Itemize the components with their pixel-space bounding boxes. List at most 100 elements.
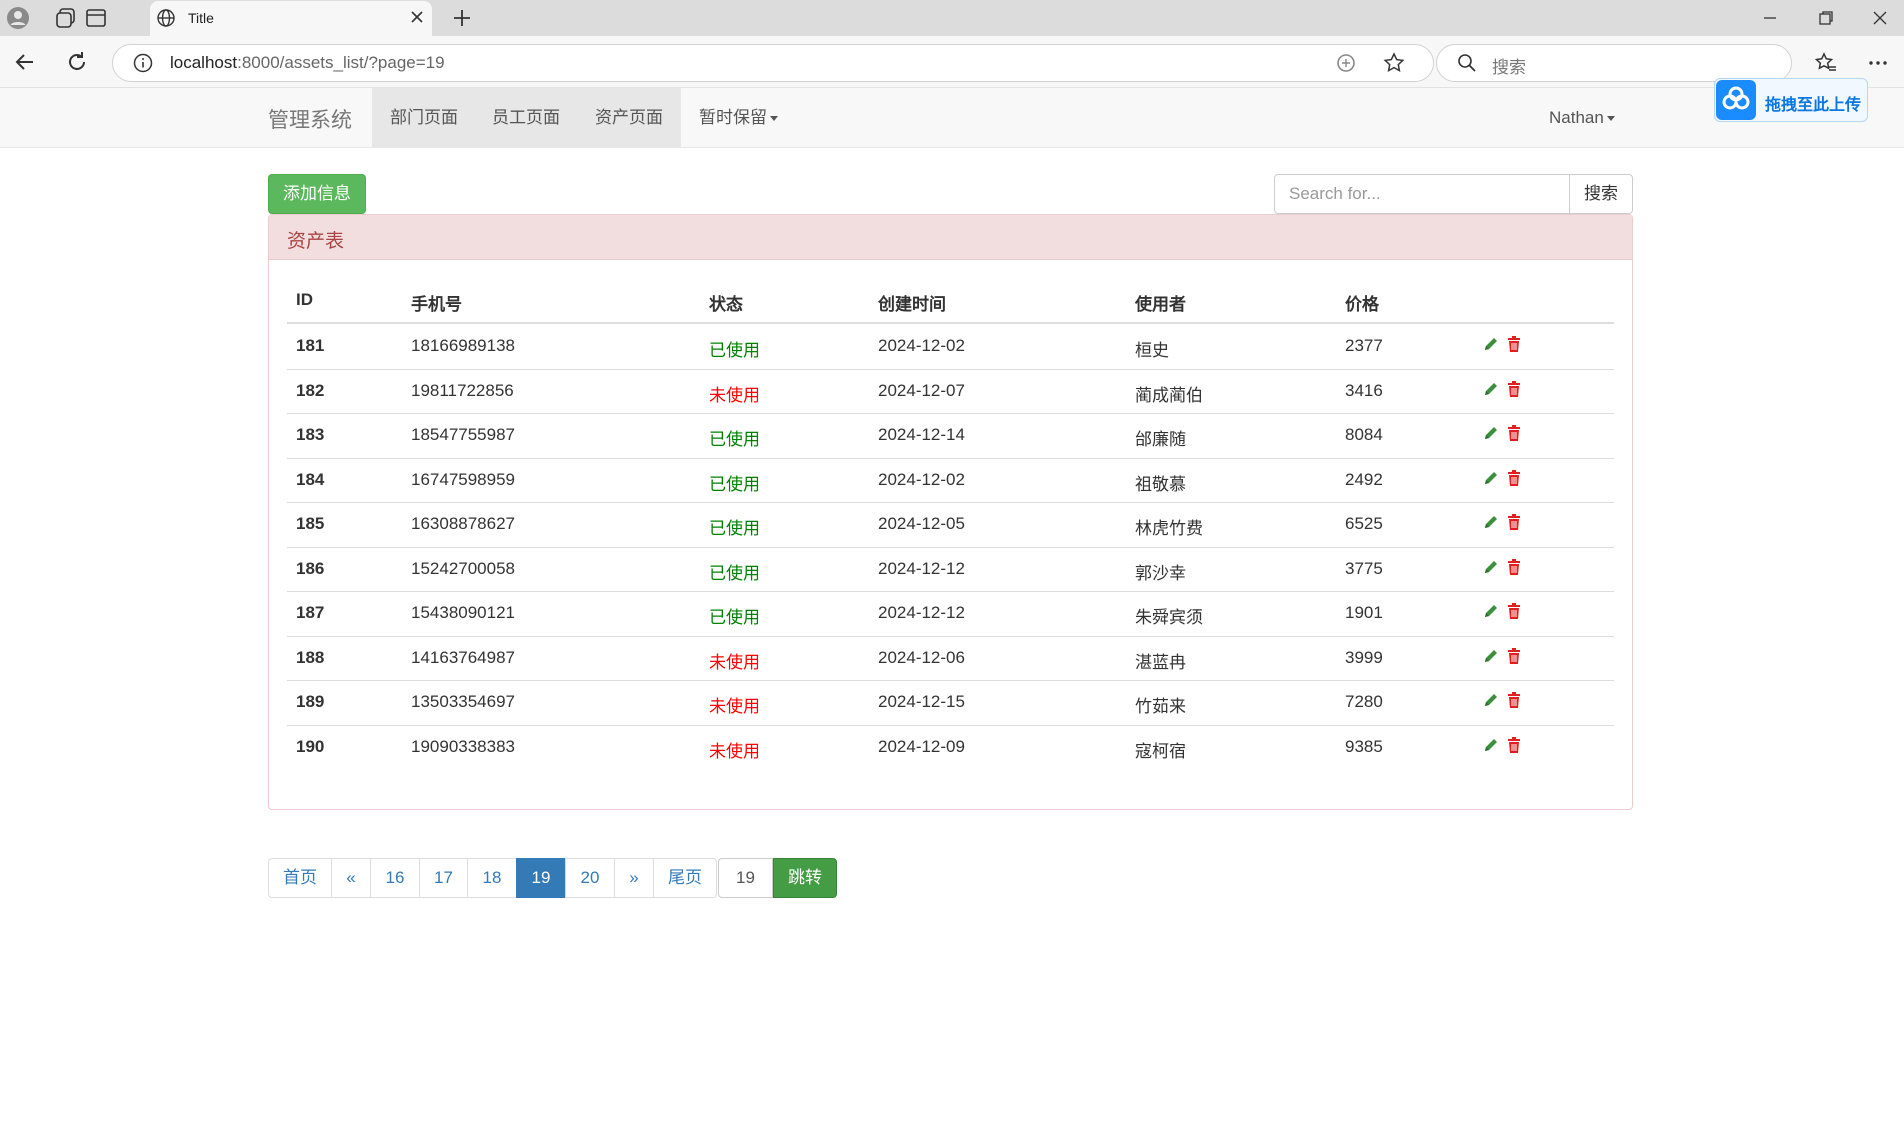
delete-trash-icon[interactable] (1505, 424, 1523, 442)
favorites-icon[interactable] (1814, 51, 1838, 75)
page-17[interactable]: 17 (419, 858, 468, 898)
cell-status: 未使用 (709, 697, 760, 716)
edit-pencil-icon[interactable] (1482, 380, 1500, 398)
delete-trash-icon[interactable] (1505, 335, 1523, 353)
edit-pencil-icon[interactable] (1482, 469, 1500, 487)
cell-status: 已使用 (709, 519, 760, 538)
row-divider (287, 725, 1614, 726)
delete-trash-icon[interactable] (1505, 380, 1523, 398)
edit-pencil-icon[interactable] (1482, 647, 1500, 665)
cell-status: 已使用 (709, 608, 760, 627)
edit-pencil-icon[interactable] (1482, 513, 1500, 531)
delete-trash-icon[interactable] (1505, 469, 1523, 487)
user-menu-dropdown[interactable]: Nathan (1531, 88, 1633, 148)
cell-price: 1901 (1345, 603, 1383, 622)
nav-reserved-label: 暂时保留 (699, 108, 767, 127)
favorite-star-icon[interactable] (1382, 51, 1406, 75)
page-last[interactable]: 尾页 (653, 858, 717, 898)
close-tab-icon[interactable] (408, 8, 426, 26)
cell-phone: 18547755987 (411, 425, 516, 444)
browser-search-box[interactable] (1436, 44, 1792, 82)
url-host: localhost (170, 53, 238, 72)
page-prev[interactable]: « (331, 858, 371, 898)
column-header-price: 价格 (1345, 295, 1379, 314)
site-info-icon[interactable] (132, 52, 154, 74)
edit-pencil-icon[interactable] (1482, 335, 1500, 353)
cell-price: 2377 (1345, 336, 1383, 355)
cell-phone: 19811722856 (411, 381, 514, 400)
edit-pencil-icon[interactable] (1482, 691, 1500, 709)
nav-reserved-dropdown[interactable]: 暂时保留 (681, 88, 796, 148)
more-menu-icon[interactable] (1866, 51, 1890, 75)
page-jump-button[interactable]: 跳转 (773, 858, 837, 898)
cell-price: 9385 (1345, 737, 1383, 756)
cell-created: 2024-12-05 (878, 514, 965, 533)
cell-status: 已使用 (709, 475, 760, 494)
page-jump-input[interactable]: 19 (718, 858, 773, 898)
back-icon[interactable] (12, 49, 38, 75)
brand-title[interactable]: 管理系统 (268, 104, 352, 134)
cell-id: 184 (296, 470, 325, 489)
column-header-status: 状态 (709, 295, 743, 314)
page-16[interactable]: 16 (370, 858, 420, 898)
cell-price: 3999 (1345, 648, 1383, 667)
profile-icon[interactable] (6, 6, 30, 30)
cell-phone: 16747598959 (411, 470, 516, 489)
delete-trash-icon[interactable] (1505, 736, 1523, 754)
delete-trash-icon[interactable] (1505, 513, 1523, 531)
delete-trash-icon[interactable] (1505, 558, 1523, 576)
cell-status: 已使用 (709, 341, 760, 360)
cell-status: 未使用 (709, 386, 760, 405)
cell-id: 183 (296, 425, 325, 444)
nav-employee[interactable]: 员工页面 (474, 88, 578, 148)
cell-created: 2024-12-07 (878, 381, 965, 400)
page-18[interactable]: 18 (467, 858, 517, 898)
caret-down-icon (1606, 116, 1615, 122)
reload-icon[interactable] (64, 49, 90, 75)
cell-user: 郭沙幸 (1135, 564, 1186, 583)
add-info-button[interactable]: 添加信息 (268, 174, 366, 214)
cell-created: 2024-12-12 (878, 559, 965, 578)
page-19-current[interactable]: 19 (516, 858, 566, 898)
page-next[interactable]: » (614, 858, 654, 898)
translate-icon[interactable] (1334, 51, 1358, 75)
search-button[interactable]: 搜索 (1569, 174, 1633, 214)
edit-pencil-icon[interactable] (1482, 736, 1500, 754)
close-window-icon[interactable] (1870, 8, 1890, 28)
delete-trash-icon[interactable] (1505, 602, 1523, 620)
column-header-id: ID (296, 290, 313, 309)
assets-panel (268, 214, 1633, 810)
search-input[interactable]: Search for... (1274, 174, 1570, 214)
minimize-icon[interactable] (1760, 8, 1780, 28)
cell-phone: 19090338383 (411, 737, 516, 756)
edit-pencil-icon[interactable] (1482, 558, 1500, 576)
tab-actions-icon[interactable] (84, 6, 108, 30)
cell-user: 竹茹来 (1135, 697, 1186, 716)
row-divider (287, 591, 1614, 592)
cell-phone: 13503354697 (411, 692, 516, 711)
row-divider (287, 680, 1614, 681)
column-header-created: 创建时间 (878, 295, 946, 314)
delete-trash-icon[interactable] (1505, 647, 1523, 665)
edit-pencil-icon[interactable] (1482, 424, 1500, 442)
tab-title: Title (188, 10, 214, 26)
page-first[interactable]: 首页 (268, 858, 332, 898)
nav-department[interactable]: 部门页面 (372, 88, 476, 148)
cell-price: 8084 (1345, 425, 1383, 444)
row-divider (287, 547, 1614, 548)
edit-pencil-icon[interactable] (1482, 602, 1500, 620)
url-path: :8000/assets_list/?page=19 (237, 53, 445, 72)
panel-heading (269, 215, 1632, 260)
row-divider (287, 369, 1614, 370)
url-text[interactable]: localhost:8000/assets_list/?page=19 (170, 53, 445, 73)
workspaces-icon[interactable] (54, 6, 78, 30)
cell-created: 2024-12-02 (878, 336, 965, 355)
cell-status: 未使用 (709, 742, 760, 761)
restore-icon[interactable] (1816, 8, 1836, 28)
cell-id: 188 (296, 648, 325, 667)
delete-trash-icon[interactable] (1505, 691, 1523, 709)
page-20[interactable]: 20 (565, 858, 615, 898)
nav-assets[interactable]: 资产页面 (577, 88, 681, 148)
new-tab-icon[interactable] (450, 6, 474, 30)
cell-user: 邰廉随 (1135, 430, 1186, 449)
